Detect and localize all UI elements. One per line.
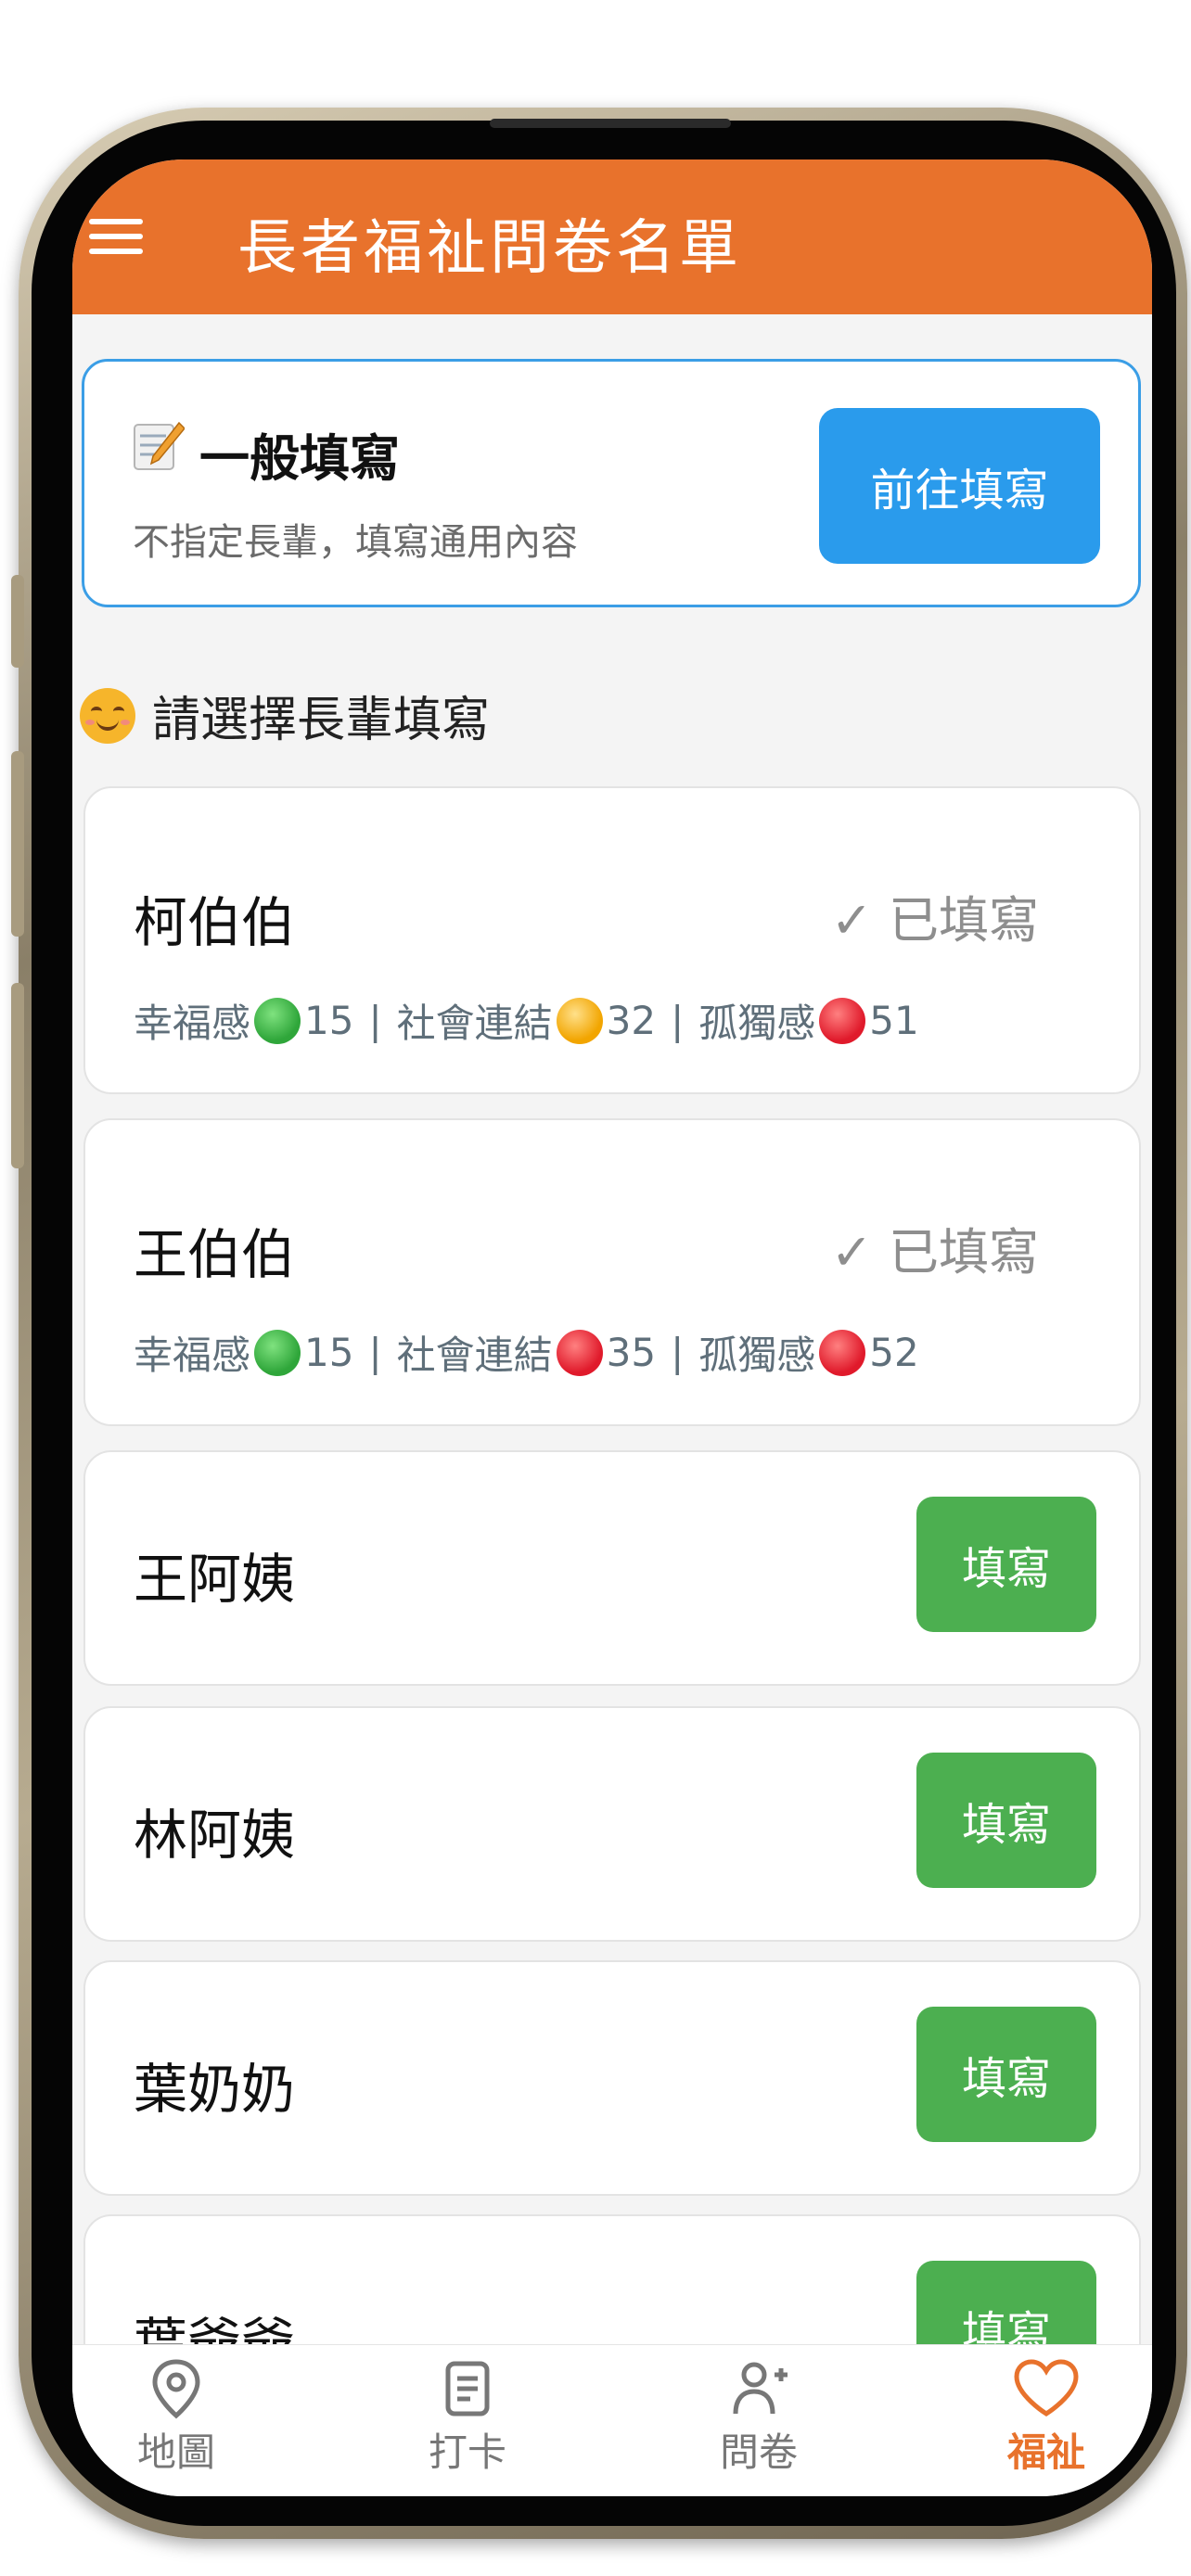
status-completed: ✓ 已填寫: [830, 891, 1039, 950]
heart-icon: [1014, 2359, 1079, 2417]
general-fill-title: 一般填寫: [199, 429, 400, 488]
elder-name: 王阿姨: [134, 1548, 296, 1611]
app-screen: 長者福祉問卷名單 一般填寫 不指定長輩，填寫通用內容 前往填寫 請選擇長輩填寫 …: [72, 159, 1152, 2496]
fill-button[interactable]: 填寫: [916, 1497, 1096, 1632]
smile-icon: [80, 687, 135, 744]
document-icon: [445, 2361, 490, 2417]
score-separator: |: [671, 1330, 685, 1375]
score-separator: |: [368, 1330, 382, 1375]
phone-speaker: [490, 119, 731, 128]
score-label: 幸福感: [134, 1001, 251, 1046]
score-label: 孤獨感: [698, 1333, 816, 1378]
elder-name: 林阿姨: [134, 1804, 296, 1867]
score-indicator-dot: [254, 997, 301, 1044]
elder-card[interactable]: 王阿姨 填寫: [83, 1450, 1141, 1686]
fill-button[interactable]: 填寫: [916, 1753, 1096, 1888]
score-indicator-dot: [819, 997, 866, 1044]
score-separator: |: [368, 998, 382, 1043]
add-user-icon: [733, 2362, 788, 2415]
memo-icon: [134, 421, 185, 470]
section-heading-text: 請選擇長輩填寫: [152, 693, 491, 748]
phone-side-button: [11, 983, 24, 1168]
tab-checkin[interactable]: 打卡: [384, 2345, 551, 2496]
score-indicator-dot: [556, 997, 603, 1044]
page-title: 長者福祉問卷名單: [237, 214, 742, 283]
score-indicator-dot: [556, 1329, 603, 1376]
general-fill-card: 一般填寫 不指定長輩，填寫通用內容 前往填寫: [82, 359, 1141, 607]
map-pin-icon: [152, 2359, 200, 2419]
score-label: 幸福感: [134, 1333, 251, 1378]
tab-label: 問卷: [719, 2429, 798, 2475]
status-completed: ✓ 已填寫: [830, 1223, 1039, 1282]
elder-card[interactable]: 柯伯伯 ✓ 已填寫 幸福感 15 | 社會連結 32 | 孤獨感 51: [83, 786, 1141, 1094]
elder-card[interactable]: 葉奶奶 填寫: [83, 1960, 1141, 2196]
score-label: 社會連結: [396, 1333, 553, 1378]
score-label: 孤獨感: [698, 1001, 816, 1046]
score-separator: |: [671, 998, 685, 1043]
score-value: 51: [869, 998, 919, 1043]
tab-map[interactable]: 地圖: [93, 2345, 260, 2496]
score-indicator-dot: [819, 1329, 866, 1376]
score-value: 52: [869, 1330, 919, 1375]
bottom-tab-bar: 地圖 打卡 問卷 福祉: [72, 2344, 1152, 2496]
score-indicator-dot: [254, 1329, 301, 1376]
app-header: 長者福祉問卷名單: [72, 159, 1152, 314]
go-fill-button[interactable]: 前往填寫: [819, 408, 1100, 564]
elder-card[interactable]: 王伯伯 ✓ 已填寫 幸福感 15 | 社會連結 35 | 孤獨感 52: [83, 1118, 1141, 1426]
score-value: 15: [304, 998, 354, 1043]
score-value: 15: [304, 1330, 354, 1375]
elder-name: 葉奶奶: [134, 2058, 296, 2121]
score-value: 35: [606, 1330, 657, 1375]
select-elder-heading: 請選擇長輩填寫: [80, 681, 490, 750]
menu-icon[interactable]: [89, 219, 143, 254]
tab-label: 打卡: [428, 2429, 506, 2475]
tab-questionnaire[interactable]: 問卷: [675, 2345, 842, 2496]
phone-side-button: [11, 751, 24, 937]
elder-card[interactable]: 林阿姨 填寫: [83, 1706, 1141, 1942]
score-value: 32: [606, 998, 657, 1043]
elder-name: 王伯伯: [134, 1223, 296, 1286]
fill-button[interactable]: 填寫: [916, 2007, 1096, 2142]
score-label: 社會連結: [396, 1001, 553, 1046]
tab-label: 地圖: [136, 2429, 215, 2475]
general-fill-description: 不指定長輩，填寫通用內容: [133, 521, 578, 564]
phone-side-button: [11, 575, 24, 668]
elder-name: 柯伯伯: [134, 891, 296, 954]
tab-welfare[interactable]: 福祉: [963, 2345, 1130, 2496]
score-row: 幸福感 15 | 社會連結 32 | 孤獨感 51: [134, 992, 919, 1049]
score-row: 幸福感 15 | 社會連結 35 | 孤獨感 52: [134, 1324, 919, 1381]
tab-label: 福祉: [1006, 2429, 1085, 2475]
